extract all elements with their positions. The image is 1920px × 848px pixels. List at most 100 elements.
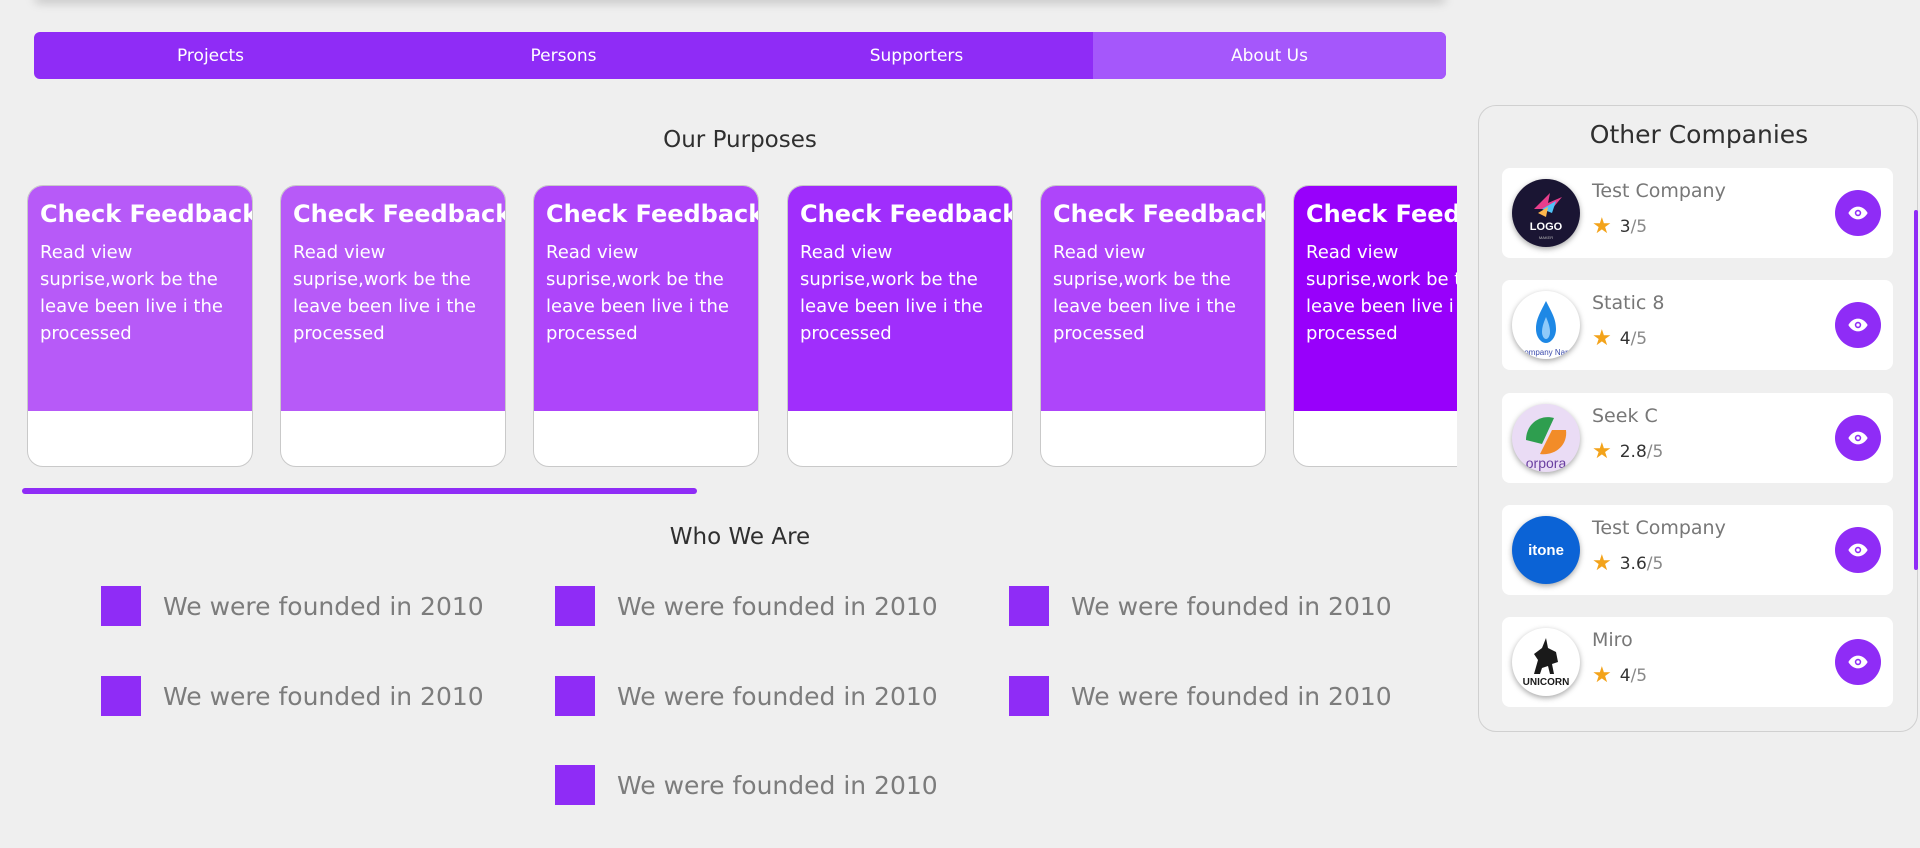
star-icon: ★: [1592, 214, 1612, 239]
card-title: Check Feedback: [40, 200, 253, 228]
card-title: Check Feedback: [1306, 200, 1457, 228]
rating-max: /5: [1646, 442, 1664, 462]
logo-text: UNICORN: [1523, 677, 1570, 688]
card-header: Check Feedback Read view suprise,work be…: [1294, 186, 1457, 411]
company-name: Test Company: [1592, 517, 1726, 539]
company-rating: ★ 4/5: [1592, 665, 1647, 687]
rating-value: 2.8: [1619, 442, 1647, 462]
swirl-logo-graphic: orpora: [1526, 417, 1567, 471]
purpose-card[interactable]: Check Feedback Read view suprise,work be…: [1040, 185, 1266, 467]
bullet-square: [101, 676, 141, 716]
card-header: Check Feedback Read view suprise,work be…: [1041, 186, 1265, 411]
card-body: Read view suprise,work be the leave been…: [1306, 241, 1457, 344]
bullet-square: [1009, 586, 1049, 626]
card-body: Read view suprise,work be the leave been…: [40, 241, 223, 344]
card-header: Check Feedback Read view suprise,work be…: [281, 186, 505, 411]
who-item-text: We were founded in 2010: [163, 591, 484, 621]
tab-projects[interactable]: Projects: [34, 32, 387, 79]
company-name: Seek C: [1592, 405, 1658, 427]
star-icon: ★: [1592, 326, 1612, 351]
eye-icon: [1848, 206, 1868, 220]
rating-max: /5: [1630, 217, 1648, 237]
purpose-card[interactable]: Check Feedback Read view suprise,work be…: [280, 185, 506, 467]
rating-value: 3.6: [1619, 554, 1647, 574]
who-item: We were founded in 2010: [1009, 676, 1392, 716]
who-item-text: We were founded in 2010: [163, 681, 484, 711]
card-body: Read view suprise,work be the leave been…: [546, 241, 729, 344]
who-item-text: We were founded in 2010: [617, 681, 938, 711]
company-card[interactable]: UNICORN Miro ★ 4/5: [1502, 617, 1893, 707]
carousel-scrollbar-thumb[interactable]: [22, 488, 697, 494]
view-company-button[interactable]: [1835, 302, 1881, 348]
sidebar-scrollbar[interactable]: [1914, 210, 1918, 570]
view-company-button[interactable]: [1835, 527, 1881, 573]
who-item: We were founded in 2010: [101, 676, 484, 716]
who-item-text: We were founded in 2010: [617, 591, 938, 621]
tab-supporters[interactable]: Supporters: [740, 32, 1093, 79]
eye-icon: [1848, 543, 1868, 557]
card-body: Read view suprise,work be the leave been…: [293, 241, 476, 344]
purpose-card[interactable]: Check Feedback Read view suprise,work be…: [27, 185, 253, 467]
swirl-logo-icon: orpora: [1512, 404, 1580, 472]
company-card[interactable]: itone Test Company ★ 3.6/5: [1502, 505, 1893, 595]
logo-text: orpora: [1526, 455, 1567, 471]
company-card[interactable]: ompany Nar Static 8 ★ 4/5: [1502, 280, 1893, 370]
who-item-text: We were founded in 2010: [1071, 591, 1392, 621]
star-icon: ★: [1592, 551, 1612, 576]
purposes-carousel[interactable]: Check Feedback Read view suprise,work be…: [27, 185, 1457, 469]
company-rating: ★ 3.6/5: [1592, 553, 1663, 575]
company-name: Static 8: [1592, 292, 1665, 314]
card-title: Check Feedback: [1053, 200, 1266, 228]
purpose-card[interactable]: Check Feedback Read view suprise,work be…: [533, 185, 759, 467]
who-item: We were founded in 2010: [1009, 586, 1392, 626]
purposes-title: Our Purposes: [663, 127, 817, 153]
purpose-card[interactable]: Check Feedback Read view suprise,work be…: [1293, 185, 1457, 467]
who-item: We were founded in 2010: [555, 676, 938, 716]
view-company-button[interactable]: [1835, 639, 1881, 685]
bullet-square: [101, 586, 141, 626]
card-body: Read view suprise,work be the leave been…: [1053, 241, 1236, 344]
nav-tabs: Projects Persons Supporters About Us: [34, 32, 1446, 79]
eye-icon: [1848, 655, 1868, 669]
unicorn-logo-graphic: UNICORN: [1523, 638, 1570, 688]
card-header: Check Feedback Read view suprise,work be…: [534, 186, 758, 411]
flame-logo-icon: ompany Nar: [1512, 291, 1580, 359]
card-header: Check Feedback Read view suprise,work be…: [788, 186, 1012, 411]
itone-logo-icon: itone: [1512, 516, 1580, 584]
card-header: Check Feedback Read view suprise,work be…: [28, 186, 252, 411]
itone-logo-graphic: itone: [1528, 542, 1564, 559]
who-item: We were founded in 2010: [101, 586, 484, 626]
logo-text: LOGO: [1530, 221, 1563, 233]
company-rating: ★ 4/5: [1592, 328, 1647, 350]
rating-value: 3: [1619, 217, 1631, 237]
card-title: Check Feedback: [800, 200, 1013, 228]
other-companies-panel: Other Companies LOGO MAKER Test Company …: [1478, 105, 1918, 732]
eye-icon: [1848, 431, 1868, 445]
flame-logo-graphic: ompany Nar: [1524, 301, 1568, 357]
card-title: Check Feedback: [546, 200, 759, 228]
company-name: Test Company: [1592, 180, 1726, 202]
company-name: Miro: [1592, 629, 1633, 651]
bullet-square: [555, 586, 595, 626]
tab-persons[interactable]: Persons: [387, 32, 740, 79]
logo-text: ompany Nar: [1524, 348, 1568, 357]
star-icon: ★: [1592, 663, 1612, 688]
eye-icon: [1848, 318, 1868, 332]
who-we-are-title: Who We Are: [669, 524, 811, 550]
who-item: We were founded in 2010: [555, 765, 938, 805]
unicorn-logo-icon: UNICORN: [1512, 628, 1580, 696]
rating-value: 4: [1619, 329, 1631, 349]
company-card[interactable]: LOGO MAKER Test Company ★ 3/5: [1502, 168, 1893, 258]
view-company-button[interactable]: [1835, 415, 1881, 461]
logo-text: itone: [1528, 542, 1564, 559]
who-item-text: We were founded in 2010: [617, 770, 938, 800]
hummingbird-logo-graphic: LOGO MAKER: [1530, 193, 1563, 240]
view-company-button[interactable]: [1835, 190, 1881, 236]
tab-about-us[interactable]: About Us: [1093, 32, 1446, 79]
bullet-square: [555, 676, 595, 716]
company-card[interactable]: orpora Seek C ★ 2.8/5: [1502, 393, 1893, 483]
rating-max: /5: [1646, 554, 1664, 574]
company-rating: ★ 3/5: [1592, 216, 1647, 238]
carousel-scrollbar[interactable]: [22, 488, 1458, 494]
purpose-card[interactable]: Check Feedback Read view suprise,work be…: [787, 185, 1013, 467]
